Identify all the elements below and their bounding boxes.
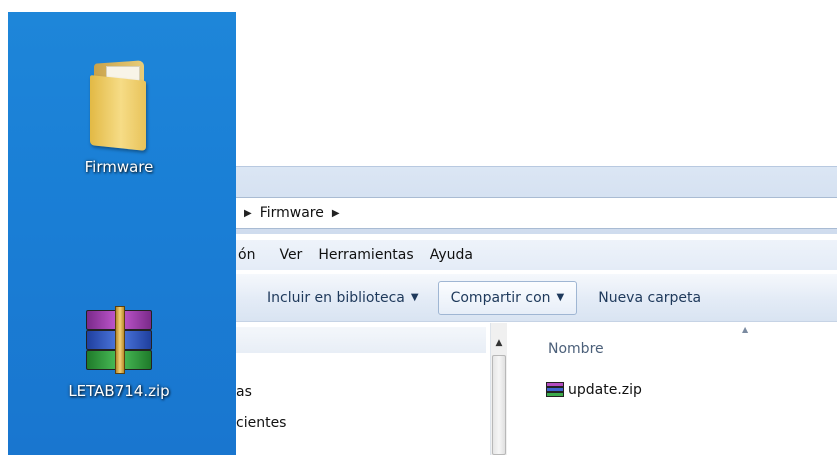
address-field[interactable]: ▶ Firmware ▶	[236, 197, 837, 229]
address-bar: ▶ Firmware ▶	[236, 166, 837, 234]
nav-item-favoritas[interactable]: as	[236, 384, 252, 400]
desktop-area: Firmware LETAB714.zip	[8, 12, 236, 455]
winrar-archive-icon	[82, 306, 156, 376]
menu-bar: ón Ver Herramientas Ayuda	[236, 240, 837, 270]
sort-ascending-icon: ▲	[742, 325, 749, 334]
column-header-label: Nombre	[548, 341, 604, 357]
menu-item-herramientas[interactable]: Herramientas	[310, 247, 421, 263]
new-folder-button[interactable]: Nueva carpeta	[585, 281, 714, 315]
menu-item-ver[interactable]: Ver	[271, 247, 310, 263]
explorer-window: ▶ Firmware ▶ ón Ver Herramientas Ayuda I…	[236, 166, 837, 455]
nav-pane-scrollbar[interactable]: ▲	[490, 323, 507, 455]
include-in-library-button[interactable]: Incluir en biblioteca ▼	[236, 281, 432, 315]
include-in-library-label: Incluir en biblioteca	[267, 289, 405, 306]
new-folder-label: Nueva carpeta	[598, 289, 702, 306]
navigation-pane: as cientes	[236, 323, 490, 455]
menu-item-edicion[interactable]: ón	[236, 247, 271, 263]
breadcrumb-chevron-icon[interactable]: ▶	[244, 208, 252, 219]
file-item-update-zip[interactable]: update.zip	[546, 379, 642, 401]
nav-item-recientes[interactable]: cientes	[236, 415, 286, 431]
share-with-button[interactable]: Compartir con ▼	[437, 280, 578, 315]
desktop-icon-label: LETAB714.zip	[68, 382, 170, 400]
file-name: update.zip	[568, 382, 642, 398]
column-header-name[interactable]: ▲ Nombre	[508, 323, 837, 363]
winrar-archive-icon	[546, 382, 564, 398]
breadcrumb-firmware[interactable]: Firmware	[260, 205, 324, 221]
nav-pane-header	[236, 327, 486, 353]
folder-icon	[84, 52, 154, 152]
file-list: ▲ Nombre update.zip	[508, 323, 837, 455]
share-with-label: Compartir con	[450, 289, 551, 306]
scroll-up-arrow-icon[interactable]: ▲	[491, 335, 507, 351]
desktop-icon-label: Firmware	[84, 158, 154, 176]
menu-item-ayuda[interactable]: Ayuda	[422, 247, 481, 263]
chevron-down-icon: ▼	[410, 292, 419, 303]
desktop-icon-letab714-zip[interactable]: LETAB714.zip	[54, 306, 184, 400]
command-bar: Incluir en biblioteca ▼ Compartir con ▼ …	[236, 274, 837, 322]
desktop-icon-firmware[interactable]: Firmware	[54, 52, 184, 176]
chevron-down-icon: ▼	[556, 292, 565, 303]
scroll-thumb[interactable]	[492, 355, 506, 455]
breadcrumb-chevron-icon[interactable]: ▶	[332, 208, 340, 219]
